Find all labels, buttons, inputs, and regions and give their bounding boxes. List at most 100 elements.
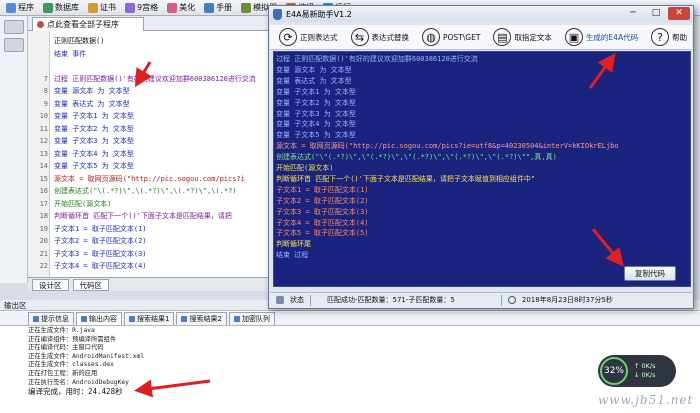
generated-code-line[interactable]: 子文本4 = 取子匹配文本(4) <box>276 218 688 228</box>
code-line[interactable]: 正则匹配数据() <box>54 35 278 47</box>
code-line[interactable]: 结束 事件 <box>54 48 278 60</box>
generated-code-line[interactable]: 子文本3 = 取子匹配文本(3) <box>276 207 688 217</box>
code-line[interactable]: 创建表达式("\(.*?)\",\(.*?)\",\(.*?)\",\(.*?) <box>54 185 278 197</box>
generated-code-line[interactable]: 子文本5 = 取子匹配文本(5) <box>276 228 688 238</box>
generated-code-line[interactable]: 子文本1 = 取子匹配文本(1) <box>276 185 688 195</box>
toolbar-label: 数据库 <box>55 3 79 12</box>
generated-code-line[interactable]: 创建表达式("\"(.*?)\",\"(.*?)\",\"(.*?)\",\"(… <box>276 152 688 162</box>
code-line[interactable]: 开始匹配(源文本) <box>54 198 278 210</box>
download-speed: ↓ 0K/s <box>634 371 656 379</box>
copy-code-button[interactable]: 复制代码 <box>624 266 676 281</box>
generated-code-line[interactable]: 过程 正则匹配数据()'有好的建议欢迎加群600386120进行交流 <box>276 54 688 64</box>
generated-code-line[interactable]: 判断循环尾 <box>276 239 688 249</box>
output-tab-label: 输出内容 <box>89 315 117 323</box>
tool-button-label: 正则表达式 <box>300 32 338 42</box>
editor-tab-all-subprograms[interactable]: 点此查看全部子程序 <box>32 17 144 31</box>
toolbar-item[interactable]: 美化 <box>163 1 199 15</box>
code-line[interactable]: 变量 子文本3 为 文本型 <box>54 135 278 147</box>
generated-code-line[interactable]: 判断循环首 匹配下一个()'下面子文本是匹配结果，请把子文本赋值到相应组件中" <box>276 174 688 184</box>
tool-button[interactable]: ▤ 取指定文本 <box>488 26 557 48</box>
toolbar-item[interactable]: 证书 <box>84 1 120 15</box>
line-number: 10 <box>39 112 48 120</box>
output-tab[interactable]: 提示信息 <box>28 312 74 325</box>
close-button[interactable]: ✕ <box>668 7 690 20</box>
log-line: 正在编译代码：主窗口代码 <box>28 344 104 352</box>
left-side-panel <box>0 16 28 283</box>
code-line[interactable]: 子文本1 = 取子匹配文本(1) <box>54 223 278 235</box>
output-tab[interactable]: 搜索结果2 <box>176 312 227 325</box>
output-tab-label: 搜索结果2 <box>189 315 222 323</box>
minimize-button[interactable]: ─ <box>622 7 644 20</box>
tool-button[interactable]: ▣ 生成的E4A代码 <box>560 26 643 48</box>
tab-icon <box>33 316 39 322</box>
line-number <box>28 48 48 60</box>
code-line[interactable]: 变量 子文本2 为 文本型 <box>54 123 278 135</box>
code-line[interactable]: 子文本3 = 取子匹配文本(3) <box>54 248 278 260</box>
code-line[interactable]: 判断循环首 匹配下一个()'下面子文本是匹配结果，请把 <box>54 210 278 222</box>
editor-tab-label: 点此查看全部子程序 <box>47 20 119 29</box>
toolbar-label: 美化 <box>179 3 196 12</box>
panel-button[interactable] <box>4 20 24 34</box>
site-watermark: www.jb51.net <box>598 393 694 407</box>
line-number: 16 <box>39 187 48 195</box>
code-line[interactable]: 过程 正则匹配数据()'有好的建议欢迎加群600386120进行交流 <box>54 73 278 85</box>
generated-code-line[interactable]: 变量 子文本4 为 文本型 <box>276 119 688 129</box>
generated-code-line[interactable]: 变量 子文本3 为 文本型 <box>276 109 688 119</box>
output-tab-label: 加密队列 <box>241 315 270 323</box>
line-number: 20 <box>39 237 48 245</box>
code-line[interactable]: 源文本 = 取网页源码("http://pic.sogou.com/pics?i <box>54 173 278 185</box>
panel-button[interactable] <box>4 38 24 52</box>
line-number: 9 <box>43 99 48 108</box>
generated-code-line[interactable]: 结束 过程 <box>276 250 688 260</box>
refresh-icon: ⟳ <box>279 28 297 46</box>
code-line[interactable]: 变量 子文本5 为 文本型 <box>54 160 278 172</box>
generated-code-line[interactable]: 源文本 = 取网页源码("http://pic.sogou.com/pics?i… <box>276 141 688 151</box>
tool-button-label: 帮助 <box>672 32 688 42</box>
toolbar-item[interactable]: 程序 <box>2 1 38 15</box>
code-line[interactable]: 变量 表达式 为 文本型 <box>54 98 278 110</box>
tool-button-label: 生成的E4A代码 <box>585 32 639 42</box>
code-line[interactable]: 子文本4 = 取子匹配文本(4) <box>54 260 278 272</box>
generated-code-line[interactable]: 开始匹配(源文本) <box>276 163 688 173</box>
output-tab[interactable]: 输出内容 <box>76 312 122 325</box>
code-line[interactable]: 变量 子文本1 为 文本型 <box>54 110 278 122</box>
generated-code-line[interactable]: 变量 子文本5 为 文本型 <box>276 130 688 140</box>
toolbar-icon <box>204 2 215 13</box>
window-title: E4A易新助手V1.2 <box>286 9 352 19</box>
output-tab[interactable]: 加密队列 <box>228 312 275 325</box>
usage-percent: 32% <box>600 357 628 385</box>
line-number: 7 <box>43 74 48 83</box>
generated-code-line[interactable]: 变量 子文本2 为 文本型 <box>276 98 688 108</box>
maximize-button[interactable]: □ <box>645 7 667 20</box>
status-message: 匹配成功-匹配数量：571-子匹配数量：5 <box>327 296 455 304</box>
toolbar-icon <box>241 2 252 13</box>
tool-button[interactable]: ⟳ 正则表达式 <box>274 26 343 48</box>
log-line: 正在生成文件：R.java <box>28 327 95 334</box>
toolbar-item[interactable]: 手册 <box>200 1 236 15</box>
tab-design[interactable]: 设计区 <box>32 278 69 291</box>
output-tab[interactable]: 搜索结果1 <box>124 312 175 325</box>
code-line[interactable]: 子文本2 = 取子匹配文本(2) <box>54 235 278 247</box>
output-tabs: 提示信息 输出内容 搜索结果1 搜索结果2 加密队列 <box>0 312 700 326</box>
tab-icon <box>233 316 240 322</box>
generated-code-line[interactable]: 变量 源文本 为 文本型 <box>276 65 688 75</box>
code-line[interactable]: 变量 源文本 为 文本型 <box>54 85 278 97</box>
generated-code-line[interactable]: 子文本2 = 取子匹配文本(2) <box>276 196 688 206</box>
tool-button[interactable]: ◍ POST\GET <box>417 26 485 48</box>
code-line[interactable]: 变量 子文本4 为 文本型 <box>54 148 278 160</box>
toolbar-item[interactable]: 9宫格 <box>121 1 162 15</box>
line-number: 12 <box>39 137 48 145</box>
tool-button[interactable]: ? 帮助 <box>646 26 692 48</box>
output-tab-label: 提示信息 <box>41 315 69 323</box>
tab-code[interactable]: 代码区 <box>72 278 109 291</box>
line-number <box>28 60 48 72</box>
network-speed-widget[interactable]: 32% ↑ 0K/s ↓ 0K/s <box>598 355 676 387</box>
code-line[interactable] <box>54 60 278 72</box>
status-icon <box>276 296 284 304</box>
generated-code-line[interactable]: 变量 子文本1 为 文本型 <box>276 87 688 97</box>
tool-button[interactable]: ⇆ 表达式替换 <box>346 26 415 48</box>
close-icon[interactable] <box>37 21 44 28</box>
toolbar-item[interactable]: 数据库 <box>39 1 83 15</box>
line-number: 21 <box>39 249 48 258</box>
generated-code-line[interactable]: 变量 表达式 为 文本型 <box>276 76 688 86</box>
